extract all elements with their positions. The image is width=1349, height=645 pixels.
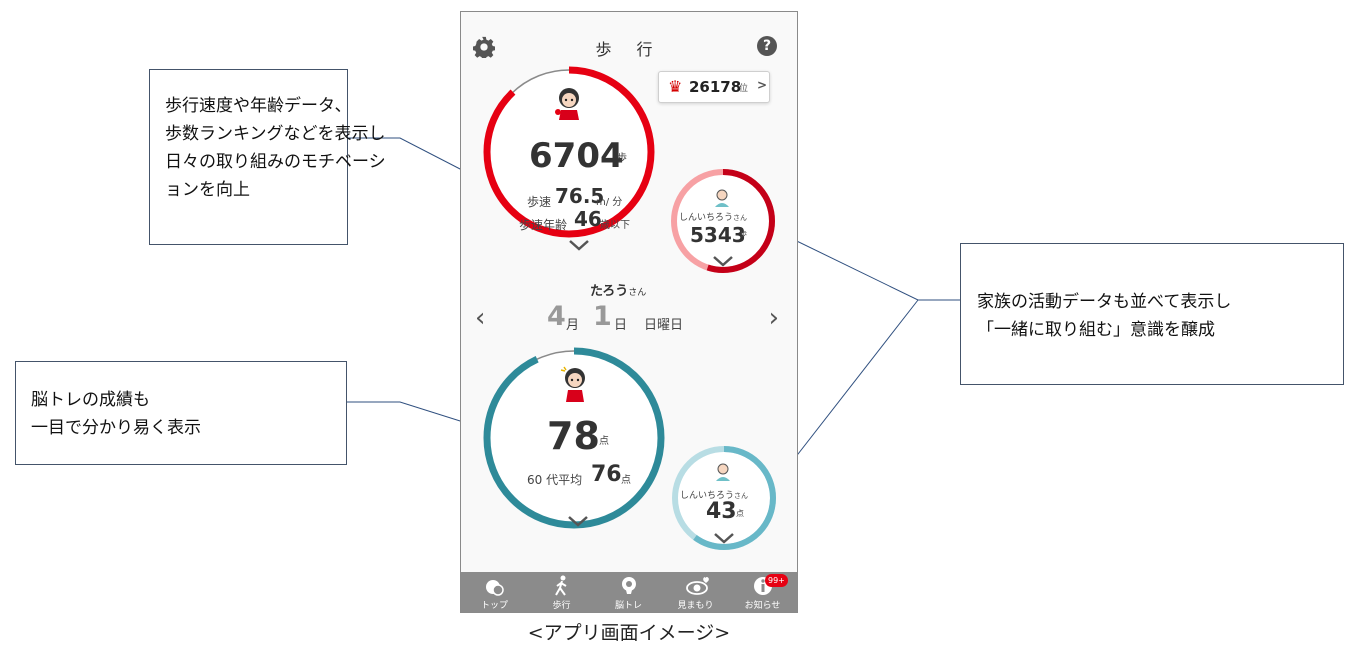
brain-average-label: 60 代平均	[527, 473, 583, 487]
user-name: たろうさん	[590, 280, 646, 299]
callout-family-feature: 家族の活動データも並べて表示し 「一緒に取り組む」意識を醸成	[960, 243, 1344, 385]
tab-walk[interactable]: 歩行	[528, 572, 595, 612]
bottom-tab-bar: トップ 歩行 脳トレ 見まもり 99+ お知らせ	[461, 572, 797, 612]
callout-brain-feature: 脳トレの成績も 一目で分かり易く表示	[15, 361, 347, 465]
avatar-mascot-icon	[555, 88, 579, 120]
app-header: 歩 行 ?	[461, 12, 797, 72]
chevron-down-icon[interactable]	[567, 515, 589, 527]
callout-line: 日々の取り組みのモチベーシ	[165, 152, 386, 172]
weekday: 日曜日	[644, 318, 684, 333]
family-steps-name: しんいちろうさん	[679, 210, 747, 223]
figure-caption: <アプリ画面イメージ>	[527, 622, 731, 644]
tab-brain[interactable]: 脳トレ	[595, 572, 662, 612]
family-steps-unit: 歩	[740, 230, 747, 238]
callout-line: 家族の活動データも並べて表示し	[977, 292, 1232, 312]
callout-walk-feature: 歩行速度や年齢データ、 歩数ランキングなどを表示し 日々の取り組みのモチベーシ …	[149, 69, 386, 245]
steps-value: 6704	[529, 136, 624, 176]
rank-unit: 位	[739, 84, 749, 94]
speed-unit: m/ 分	[596, 197, 623, 208]
honorific: さん	[733, 214, 748, 222]
crown-icon: ♛	[668, 77, 683, 96]
age-value: 46	[574, 207, 602, 231]
brain-average-unit: 点	[621, 475, 631, 486]
brain-score: 78	[547, 414, 600, 458]
brain-icon	[622, 577, 636, 594]
family-brain-unit: 点	[736, 509, 744, 518]
rank-value: 26178	[689, 78, 742, 96]
day-unit: 日	[614, 318, 628, 333]
tab-watch[interactable]: 見まもり	[662, 572, 729, 612]
brain-score-unit: 点	[599, 436, 609, 447]
chevron-down-icon[interactable]	[713, 532, 735, 544]
day-value: 1	[593, 301, 612, 332]
watch-icon	[686, 577, 709, 595]
family-brain-score: 43	[706, 499, 737, 524]
callout-line: 歩行速度や年齢データ、	[165, 96, 352, 116]
tab-info[interactable]: 99+ お知らせ	[729, 572, 796, 612]
callout-line: 「一緒に取り組む」意識を醸成	[977, 320, 1215, 340]
ranking-badge[interactable]: ♛ 26178 位 >	[658, 71, 770, 103]
tab-label: 歩行	[552, 601, 571, 611]
age-unit: 歳以下	[600, 220, 630, 231]
family-name: しんいちろう	[679, 213, 734, 223]
speed-label: 歩速	[527, 195, 552, 209]
user-name-text: たろう	[590, 284, 629, 299]
tab-top[interactable]: トップ	[461, 572, 528, 612]
walk-icon	[555, 575, 567, 596]
connector-family-steps	[769, 227, 960, 301]
top-icon	[486, 580, 504, 596]
month-value: 4	[547, 301, 566, 332]
app-screen: 歩 行 ? 6704 歩 歩速 76.5 m/ 分 歩速年齢 46 歳以下 ♛ …	[460, 11, 798, 613]
brain-average-value: 76	[591, 462, 622, 487]
month-unit: 月	[566, 318, 580, 333]
family-avatar-icon	[716, 463, 730, 481]
steps-unit: 歩	[617, 153, 627, 164]
tab-label: お知らせ	[744, 601, 781, 611]
age-label: 歩速年齢	[519, 218, 568, 232]
chevron-down-icon[interactable]	[712, 255, 734, 267]
honorific: さん	[628, 288, 647, 298]
page-title: 歩 行	[595, 40, 663, 59]
notification-badge: 99+	[765, 574, 788, 587]
callout-line: 脳トレの成績も	[31, 390, 150, 410]
tab-label: 見まもり	[677, 601, 714, 611]
callout-line: 一目で分かり易く表示	[31, 418, 201, 438]
tab-label: 脳トレ	[614, 601, 642, 611]
callout-line: 歩数ランキングなどを表示し	[165, 124, 386, 144]
callout-line: ョンを向上	[165, 180, 250, 200]
help-icon[interactable]: ?	[757, 36, 777, 56]
prev-day-icon[interactable]: ‹	[475, 303, 485, 333]
chevron-right-icon: >	[757, 78, 768, 92]
chevron-down-icon[interactable]	[568, 239, 590, 251]
family-steps-value: 5343	[690, 223, 746, 247]
tab-label: トップ	[480, 601, 508, 611]
family-avatar-icon	[715, 189, 729, 207]
brain-mascot-icon	[560, 366, 585, 402]
next-day-icon[interactable]: ›	[769, 303, 779, 333]
